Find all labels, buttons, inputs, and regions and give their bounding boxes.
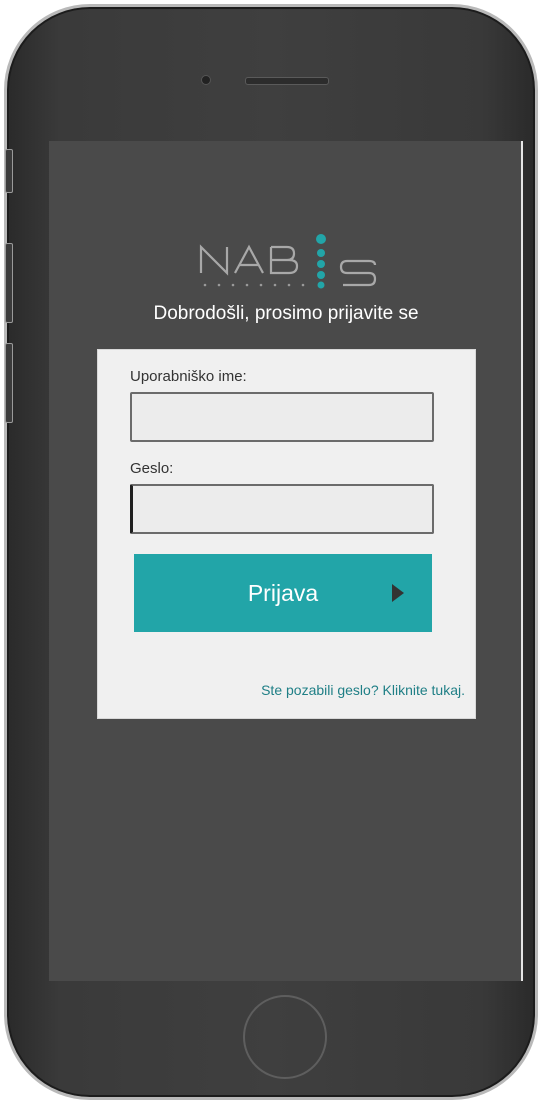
- username-label: Uporabniško ime:: [130, 368, 247, 385]
- phone-frame: Dobrodošli, prosimo prijavite se Uporabn…: [4, 4, 538, 1100]
- mute-switch: [5, 149, 13, 193]
- login-card: Uporabniško ime: Geslo: Prijava Ste poza…: [97, 349, 476, 719]
- nabis-logo: [199, 234, 377, 289]
- password-label: Geslo:: [130, 460, 174, 477]
- phone-screen: Dobrodošli, prosimo prijavite se Uporabn…: [49, 141, 523, 981]
- earpiece-speaker: [245, 77, 329, 85]
- volume-down-button: [5, 343, 13, 423]
- welcome-heading: Dobrodošli, prosimo prijavite se: [153, 303, 419, 324]
- forgot-password-link[interactable]: Ste pozabili geslo? Kliknite tukaj.: [261, 682, 465, 698]
- password-input[interactable]: [130, 484, 434, 534]
- login-button[interactable]: Prijava: [134, 554, 432, 632]
- play-arrow-icon: [392, 584, 404, 602]
- home-button[interactable]: [243, 995, 327, 1079]
- username-input[interactable]: [130, 392, 434, 442]
- login-button-label: Prijava: [247, 580, 319, 606]
- front-camera: [201, 75, 211, 85]
- volume-up-button: [5, 243, 13, 323]
